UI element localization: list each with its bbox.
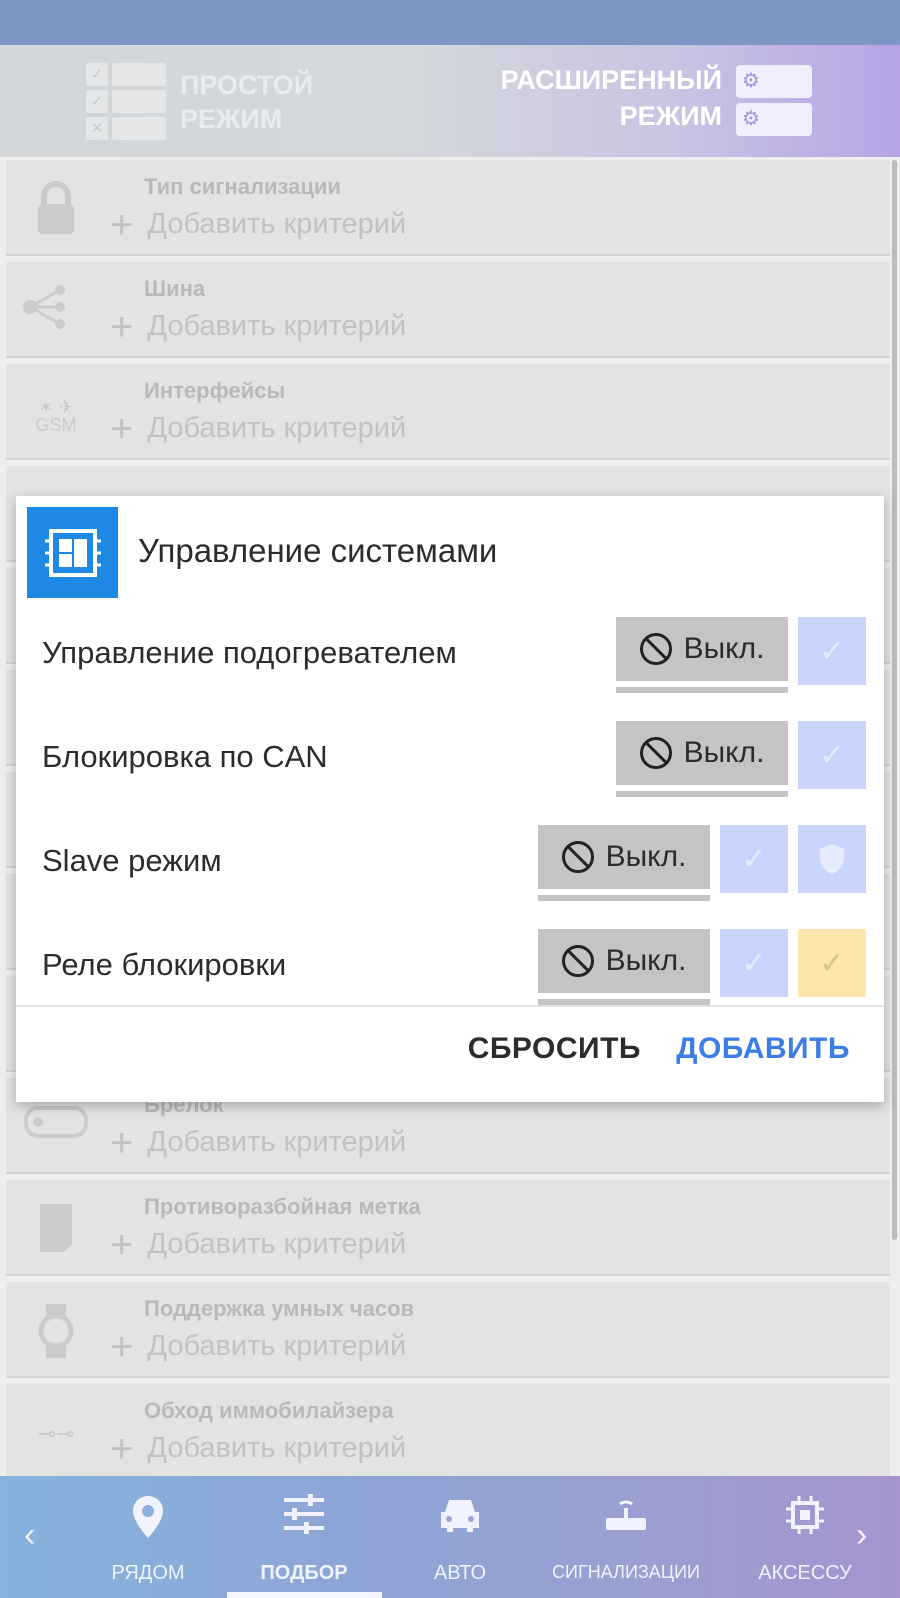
row-slave-mode: Slave режим Выкл. ✓ [16,825,884,897]
criterion-title: Поддержка умных часов [144,1296,415,1321]
row-label: Реле блокировки [42,947,287,982]
nav-item-selection[interactable]: ПОДБОР [229,1494,379,1585]
sliders-icon [229,1494,379,1548]
immobilizer-icon: ⊸⊸ [37,1421,75,1446]
dialog-divider [16,1005,884,1007]
nav-item-alarms[interactable]: СИГНАЛИЗАЦИИ [551,1494,701,1583]
plus-icon: + [110,1324,134,1369]
enable-toggle[interactable]: ✓ [798,617,866,685]
off-button[interactable]: Выкл. [538,929,710,999]
simple-mode-label: ПРОСТОЙ РЕЖИМ [180,70,314,134]
shield-icon [820,844,844,874]
bottom-navigation: ‹ РЯДОМ ПОДБОР АВТО СИГНАЛИЗАЦИИ АКСЕССУ… [0,1476,900,1598]
row-heater-control: Управление подогревателем Выкл. ✓ [16,617,884,689]
active-tab-indicator [227,1592,382,1598]
key-fob-icon [20,1098,92,1158]
ban-icon [561,841,594,873]
check-icon: ✓ [819,946,845,980]
watch-icon [20,1302,92,1362]
criterion-title: Интерфейсы [144,378,286,403]
plus-icon: + [110,406,134,451]
add-criterion-button[interactable]: + Добавить критерий [110,1120,406,1165]
extended-mode-label-line2: РЕЖИМ [619,101,722,131]
add-criterion-button[interactable]: + Добавить критерий [110,202,406,247]
simple-mode-toggle[interactable]: ✓ ✓ ✕ ПРОСТОЙ РЕЖИМ [86,63,313,141]
plus-icon: + [110,1222,134,1267]
secure-toggle[interactable] [798,825,866,893]
add-button[interactable]: ДОБАВИТЬ [676,1032,850,1066]
criterion-alarm-type[interactable]: Тип сигнализации + Добавить критерий [6,160,890,256]
ban-icon [561,945,594,977]
tag-icon [20,1200,92,1260]
criterion-anti-robbery-tag[interactable]: Противоразбойная метка + Добавить критери… [6,1180,890,1276]
chevron-right-icon[interactable]: › [856,1516,867,1555]
plus-icon: + [110,1120,134,1165]
off-button[interactable]: Выкл. [538,825,710,895]
gear-icon: ⚙ [736,65,812,98]
row-label: Slave режим [42,843,222,878]
criterion-title: Шина [144,276,206,301]
gear-icon: ⚙ [736,103,812,136]
mode-header: ✓ ✓ ✕ ПРОСТОЙ РЕЖИМ РАСШИРЕННЫЙ ⚙ РЕЖИМ … [0,45,900,157]
router-icon [551,1494,701,1548]
chevron-left-icon[interactable]: ‹ [24,1516,35,1555]
location-pin-icon [73,1494,223,1548]
add-criterion-button[interactable]: + Добавить критерий [110,304,406,349]
enable-toggle[interactable]: ✓ [798,721,866,789]
add-criterion-button[interactable]: + Добавить критерий [110,406,406,451]
plus-icon: + [110,304,134,349]
row-can-lock: Блокировка по CAN Выкл. ✓ [16,721,884,793]
system-control-dialog: Управление системами Управление подогрев… [16,496,884,1102]
add-criterion-button[interactable]: + Добавить критерий [110,1324,406,1369]
row-lock-relay: Реле блокировки Выкл. ✓ ✓ [16,929,884,1001]
module-icon [27,507,118,598]
add-criterion-button[interactable]: + Добавить критерий [110,1426,406,1471]
plus-icon: + [110,1426,134,1471]
criterion-title: Тип сигнализации [144,174,341,199]
car-icon [385,1494,535,1548]
off-button[interactable]: Выкл. [616,617,788,687]
nav-item-nearby[interactable]: РЯДОМ [73,1494,223,1585]
criterion-bus[interactable]: Шина + Добавить критерий [6,262,890,358]
ban-icon [639,633,672,665]
plus-icon: + [110,202,134,247]
criterion-title: Противоразбойная метка [144,1194,421,1219]
criterion-smart-watch[interactable]: Поддержка умных часов + Добавить критерий [6,1282,890,1378]
gsm-satellite-icon: ✶ ✈ GSM [35,397,77,435]
check-icon: ✓ [819,634,845,668]
criterion-title: Обход иммобилайзера [144,1398,394,1423]
extended-mode-label-line1: РАСШИРЕННЫЙ [500,65,722,95]
reset-button[interactable]: СБРОСИТЬ [468,1032,641,1066]
nav-item-auto[interactable]: АВТО [385,1494,535,1585]
lock-icon [20,180,92,240]
add-criterion-button[interactable]: + Добавить критерий [110,1222,406,1267]
criterion-interfaces[interactable]: ✶ ✈ GSM Интерфейсы + Добавить критерий [6,364,890,460]
off-button[interactable]: Выкл. [616,721,788,791]
dialog-title: Управление системами [138,532,498,569]
check-icon: ✓ [741,842,767,876]
scrollbar[interactable] [892,160,897,1240]
check-icon: ✓ [741,946,767,980]
criterion-immobilizer-bypass[interactable]: ⊸⊸ Обход иммобилайзера + Добавить критери… [6,1384,890,1480]
ban-icon [639,737,672,769]
enable-toggle[interactable]: ✓ [720,825,788,893]
bus-share-icon [20,282,92,342]
dialog-actions: СБРОСИТЬ ДОБАВИТЬ [16,1024,884,1084]
row-label: Блокировка по CAN [42,739,328,774]
enable-toggle[interactable]: ✓ [720,929,788,997]
row-label: Управление подогревателем [42,635,457,670]
status-bar [0,0,900,45]
check-icon: ✓ [819,738,845,772]
checklist-icon: ✓ ✓ ✕ [86,63,166,141]
alt-enable-toggle[interactable]: ✓ [798,929,866,997]
